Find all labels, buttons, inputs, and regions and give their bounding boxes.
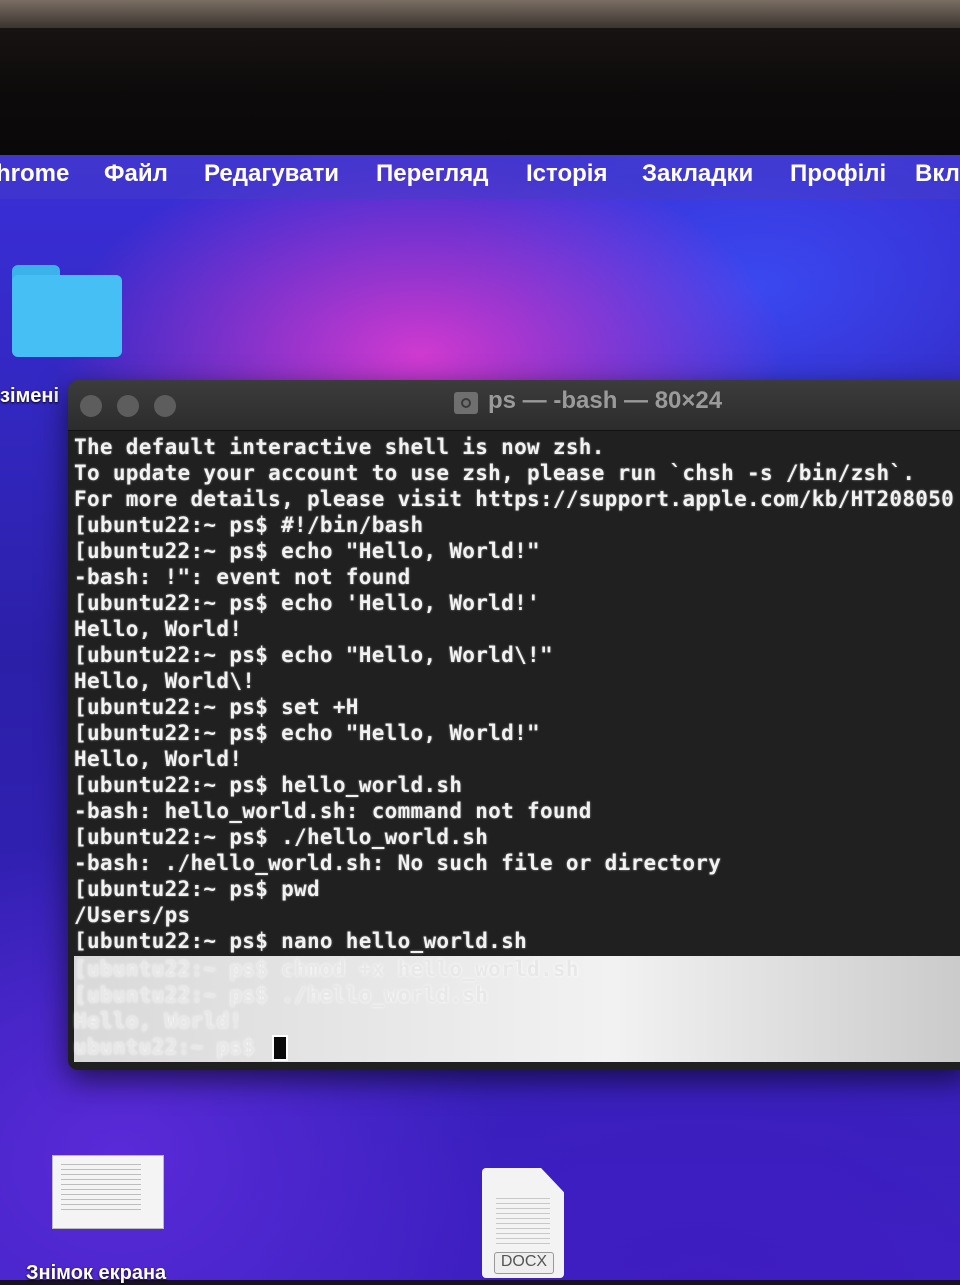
folder-icon[interactable] <box>12 265 122 357</box>
terminal-line: [ubuntu22:~ ps$ ./hello_world.sh <box>74 983 489 1007</box>
menu-profiles[interactable]: Профілі <box>790 160 886 188</box>
terminal-line: [ubuntu22:~ ps$ ./hello_world.sh <box>74 825 489 849</box>
menu-tab[interactable]: Вкл <box>915 160 960 188</box>
terminal-line: For more details, please visit https://s… <box>74 487 955 511</box>
terminal-line: [ubuntu22:~ ps$ echo "Hello, World!" <box>74 721 540 745</box>
terminal-line: To update your account to use zsh, pleas… <box>74 461 916 485</box>
menu-file[interactable]: Файл <box>104 160 168 188</box>
terminal-line: [ubuntu22:~ ps$ hello_world.sh <box>74 773 463 797</box>
terminal-line: [ubuntu22:~ ps$ echo "Hello, World\!" <box>74 643 553 667</box>
terminal-line: -bash: hello_world.sh: command not found <box>74 799 592 823</box>
terminal-line: [ubuntu22:~ ps$ set +H <box>74 695 359 719</box>
terminal-line: Hello, World! <box>74 617 243 641</box>
terminal-line: -bash: ./hello_world.sh: No such file or… <box>74 851 722 875</box>
terminal-line: [ubuntu22:~ ps$ echo "Hello, World!" <box>74 539 540 563</box>
terminal-line: [ubuntu22:~ ps$ nano hello_world.sh <box>74 929 528 953</box>
terminal-line: [ubuntu22:~ ps$ echo 'Hello, World!' <box>74 591 540 615</box>
screenshot-preview <box>61 1164 141 1214</box>
close-window-button[interactable] <box>80 395 102 417</box>
menu-view[interactable]: Перегляд <box>376 160 489 188</box>
terminal-title: ps — -bash — 80×24 <box>488 387 723 414</box>
laptop-bezel <box>0 0 960 160</box>
menu-history[interactable]: Історія <box>526 160 607 188</box>
terminal-line: Hello, World! <box>74 1009 243 1033</box>
docx-preview-lines <box>496 1198 550 1248</box>
menu-app-chrome[interactable]: hrome <box>0 160 69 188</box>
terminal-prompt-line[interactable]: ubuntu22:~ ps$ <box>74 1034 289 1061</box>
docx-badge: DOCX <box>494 1252 554 1274</box>
menu-edit[interactable]: Редагувати <box>204 160 339 188</box>
terminal-line: Hello, World\! <box>74 669 256 693</box>
terminal-window[interactable]: ps — -bash — 80×24 The default interacti… <box>68 380 960 1070</box>
text-cursor <box>272 1035 289 1061</box>
terminal-output[interactable]: The default interactive shell is now zsh… <box>68 434 960 1070</box>
terminal-line: [ubuntu22:~ ps$ chmod +x hello_world.sh <box>74 957 579 981</box>
minimize-window-button[interactable] <box>117 395 139 417</box>
terminal-line: Hello, World! <box>74 747 243 771</box>
folder-label: зімені <box>0 385 60 407</box>
terminal-titlebar[interactable]: ps — -bash — 80×24 <box>68 380 960 431</box>
screenshot-file-icon[interactable] <box>52 1155 164 1229</box>
laptop-bezel-edge <box>0 0 960 28</box>
folder-body <box>12 275 122 357</box>
terminal-prompt: ubuntu22:~ ps$ <box>74 1035 269 1059</box>
terminal-line: [ubuntu22:~ ps$ pwd <box>74 877 320 901</box>
terminal-line: -bash: !": event not found <box>74 565 411 589</box>
terminal-line: The default interactive shell is now zsh… <box>74 435 605 459</box>
terminal-line: [ubuntu22:~ ps$ #!/bin/bash <box>74 513 424 537</box>
menu-bookmarks[interactable]: Закладки <box>642 160 753 188</box>
terminal-line: /Users/ps <box>74 903 191 927</box>
screenshot-file-label: Знімок екрана <box>26 1262 167 1284</box>
zoom-window-button[interactable] <box>154 395 176 417</box>
home-folder-icon <box>454 392 478 414</box>
